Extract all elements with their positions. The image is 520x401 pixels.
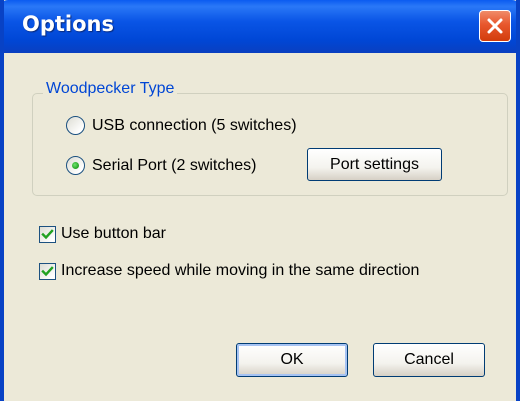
ok-button[interactable]: OK	[236, 343, 348, 377]
check-icon	[41, 265, 54, 276]
radio-usb-connection[interactable]: USB connection (5 switches)	[66, 116, 297, 135]
radio-serial-label: Serial Port (2 switches)	[92, 156, 257, 174]
port-settings-label: Port settings	[330, 155, 419, 173]
cancel-label: Cancel	[404, 351, 454, 368]
radio-usb-indicator[interactable]	[66, 116, 85, 135]
use-button-bar-checkbox[interactable]	[39, 225, 56, 243]
increase-speed-label: Increase speed while moving in the same …	[61, 262, 420, 279]
port-settings-button[interactable]: Port settings	[307, 148, 442, 181]
radio-usb-label: USB connection (5 switches)	[92, 116, 297, 134]
check-icon	[41, 228, 54, 239]
ok-label: OK	[280, 351, 304, 368]
woodpecker-type-label: Woodpecker Type	[43, 80, 178, 98]
radio-selected-dot	[72, 162, 79, 169]
increase-speed-checkbox[interactable]	[39, 262, 56, 280]
checkbox-increase-speed[interactable]: Increase speed while moving in the same …	[39, 262, 419, 280]
radio-serial-port[interactable]: Serial Port (2 switches)	[66, 156, 257, 175]
checkbox-use-button-bar[interactable]: Use button bar	[39, 225, 166, 243]
title-bar[interactable]: Options	[4, 0, 516, 53]
options-dialog: Options Woodpecker Type USB connection (…	[0, 0, 520, 401]
dialog-title: Options	[22, 12, 114, 36]
cancel-button[interactable]: Cancel	[373, 343, 485, 377]
close-button[interactable]	[479, 10, 511, 42]
use-button-bar-label: Use button bar	[61, 225, 166, 242]
radio-serial-indicator[interactable]	[66, 156, 85, 175]
